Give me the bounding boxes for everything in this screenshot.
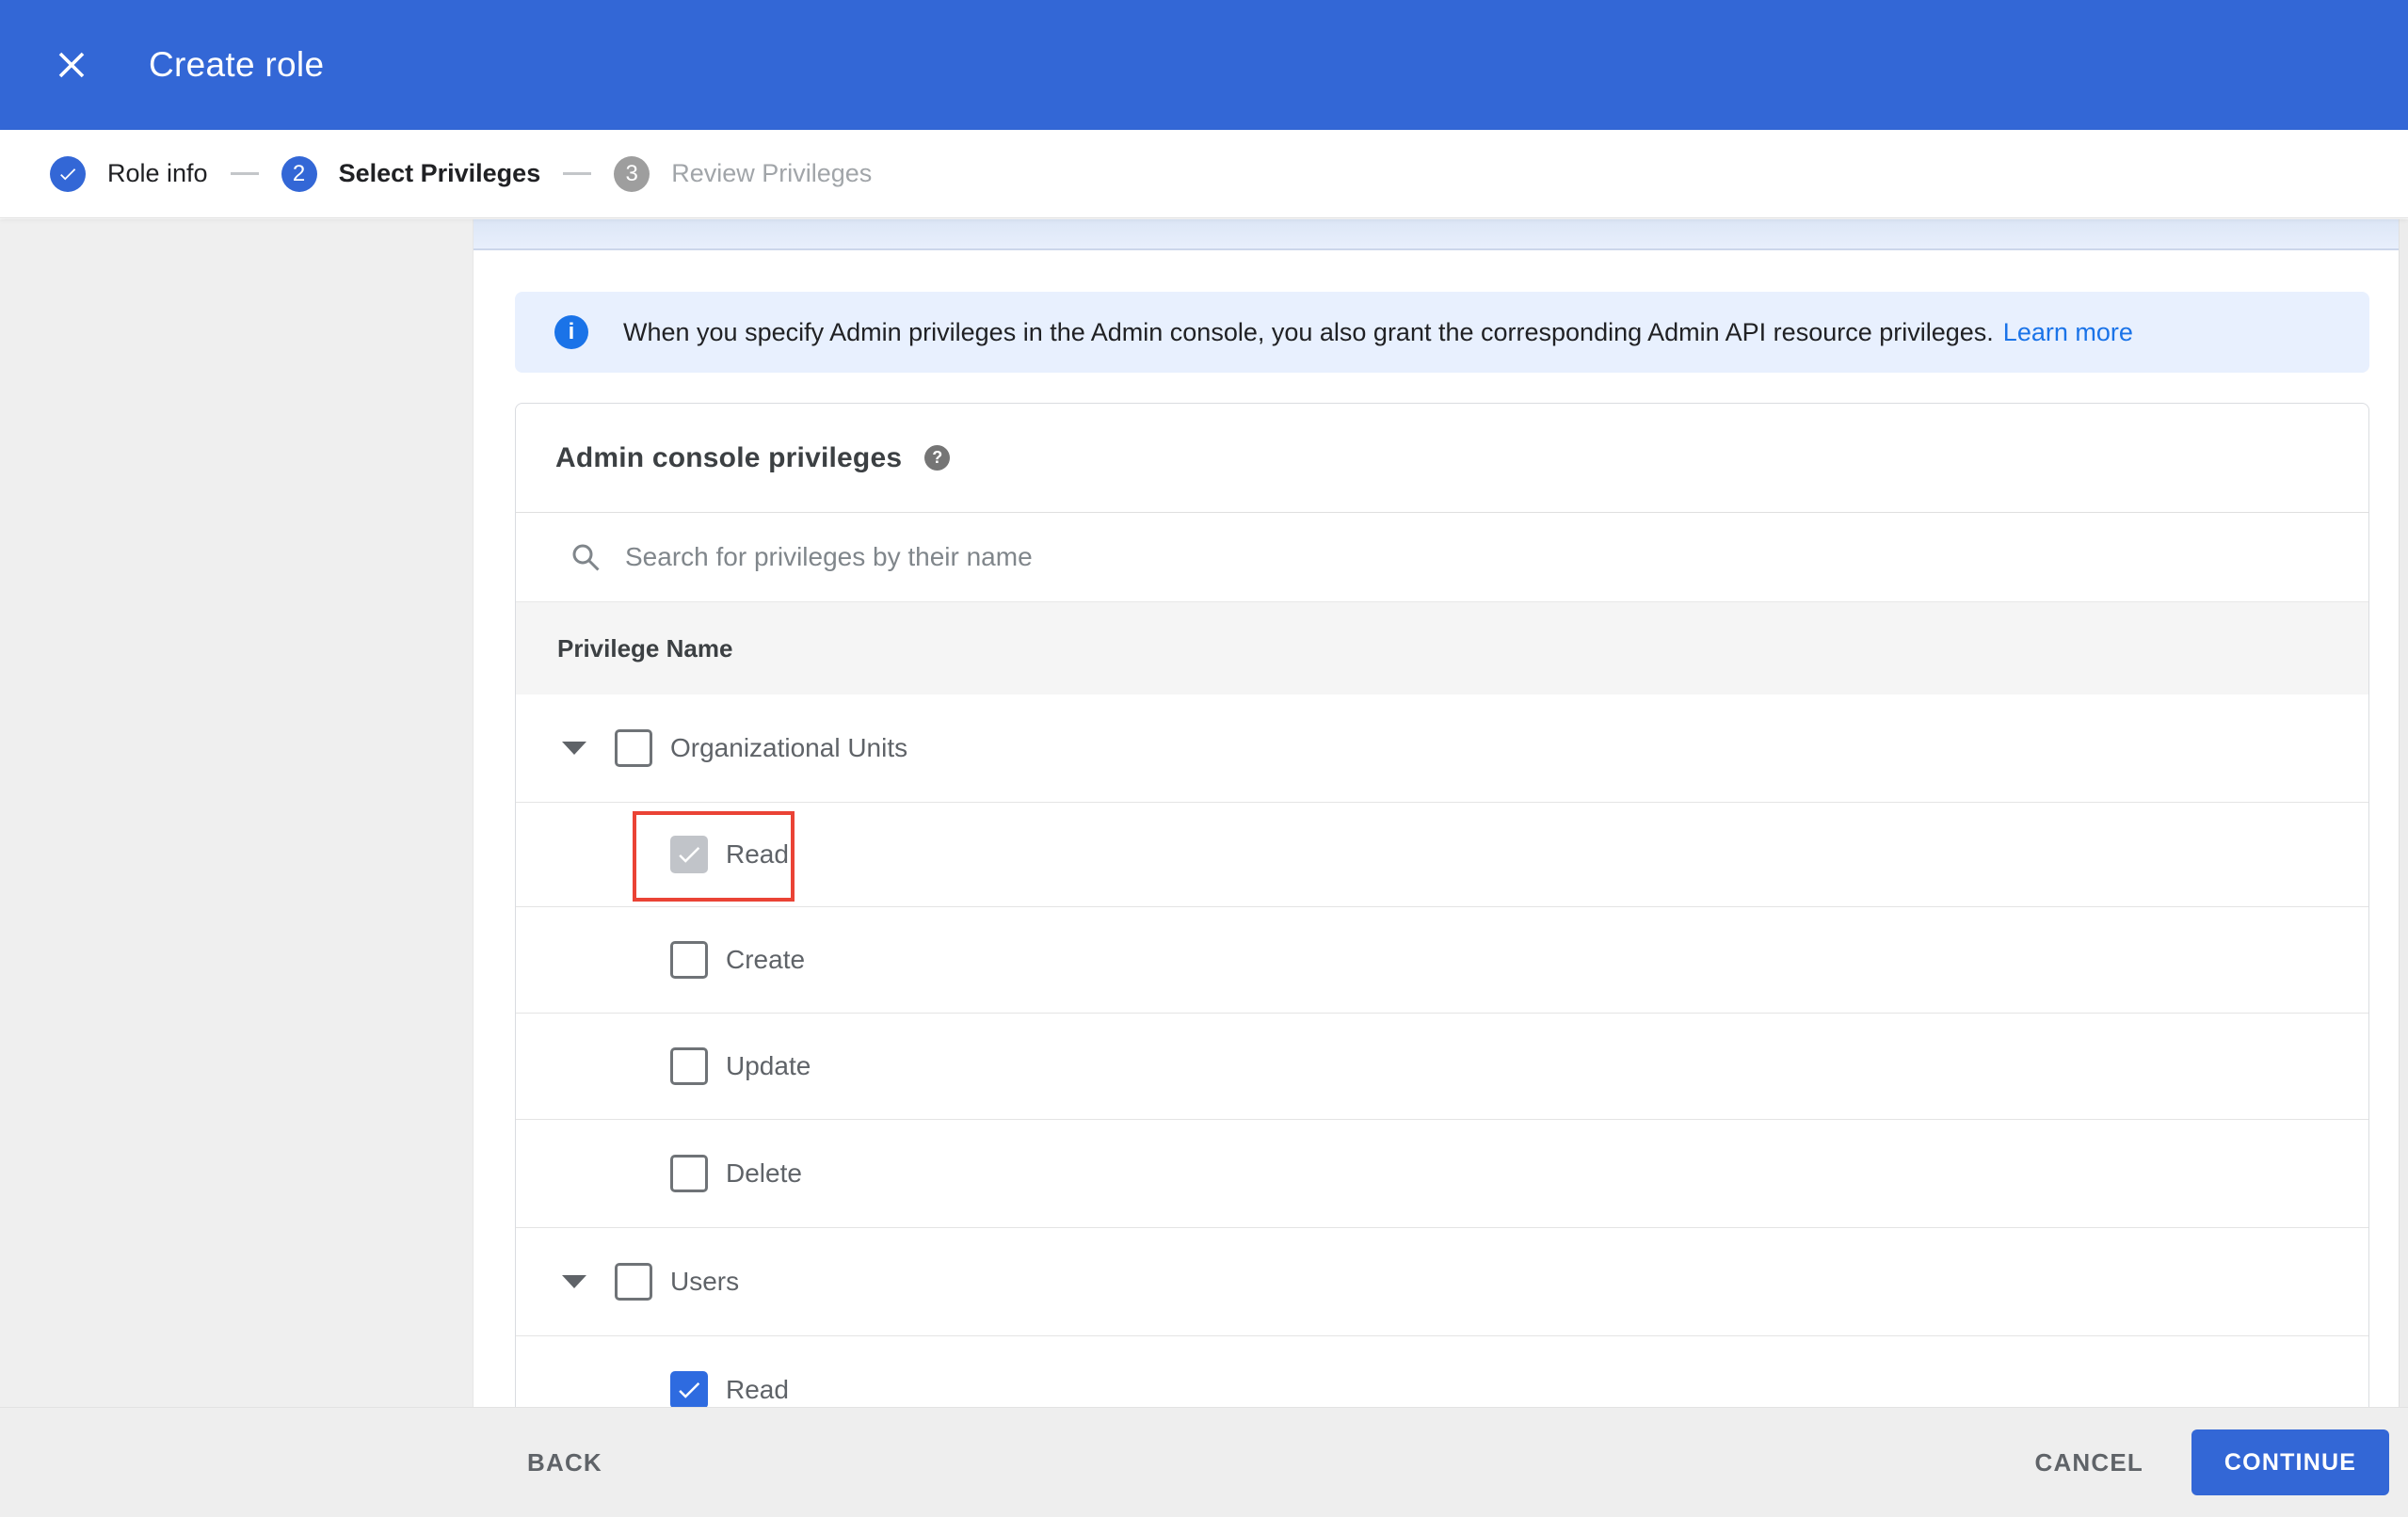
- privilege-label: Organizational Units: [670, 733, 908, 762]
- card-heading-row: Admin console privileges ?: [516, 404, 2368, 513]
- step-role-info[interactable]: Role info: [50, 155, 208, 192]
- step-label: Review Privileges: [671, 159, 873, 187]
- cancel-button[interactable]: CANCEL: [2034, 1448, 2143, 1477]
- info-banner: i When you specify Admin privileges in t…: [515, 292, 2369, 373]
- privilege-row-organizational-units: Organizational Units: [516, 695, 2368, 803]
- privilege-row-delete: Delete: [516, 1120, 2368, 1228]
- caret-down-icon[interactable]: [562, 1275, 586, 1288]
- scrollbar[interactable]: [2399, 219, 2408, 1407]
- column-header-row: Privilege Name: [516, 601, 2368, 695]
- close-icon[interactable]: [43, 37, 100, 93]
- scrolled-element-edge: [474, 219, 2400, 250]
- privilege-label: Update: [726, 1051, 811, 1080]
- step-completed-check-icon: [50, 155, 86, 192]
- learn-more-link[interactable]: Learn more: [2003, 318, 2133, 347]
- step-number-badge: 2: [281, 155, 317, 192]
- footer-bar: BACK CANCEL CONTINUE: [0, 1407, 2408, 1517]
- stepper: Role info 2 Select Privileges 3 Review P…: [0, 130, 2408, 218]
- caret-down-icon[interactable]: [562, 742, 586, 755]
- privilege-label: Create: [726, 945, 806, 974]
- privilege-row-read-ou: Read: [516, 803, 2368, 907]
- step-number-badge: 3: [614, 155, 650, 192]
- privilege-label: Users: [670, 1267, 740, 1296]
- privilege-label: Delete: [726, 1158, 802, 1188]
- step-review-privileges[interactable]: 3 Review Privileges: [614, 155, 873, 192]
- dialog-header: Create role: [0, 0, 2408, 130]
- search-icon: [572, 544, 600, 571]
- checkbox-create[interactable]: [670, 941, 708, 979]
- checkbox-organizational-units[interactable]: [615, 729, 652, 767]
- help-icon[interactable]: ?: [924, 445, 951, 471]
- step-label: Role info: [107, 159, 208, 187]
- privilege-label: Read: [726, 1374, 789, 1404]
- content-area: i When you specify Admin privileges in t…: [473, 219, 2400, 1407]
- search-row: [516, 513, 2368, 601]
- privilege-row-read-users: Read: [516, 1336, 2368, 1407]
- checkbox-update[interactable]: [670, 1047, 708, 1085]
- privilege-row-update: Update: [516, 1014, 2368, 1120]
- checkbox-read-ou[interactable]: [670, 836, 708, 873]
- checkbox-delete[interactable]: [670, 1155, 708, 1192]
- left-panel: [0, 219, 473, 1407]
- dialog-title: Create role: [149, 45, 325, 84]
- continue-button[interactable]: CONTINUE: [2191, 1429, 2389, 1495]
- privilege-row-users: Users: [516, 1228, 2368, 1336]
- column-header-label: Privilege Name: [557, 633, 733, 663]
- checkbox-read-users[interactable]: [670, 1370, 708, 1407]
- search-input[interactable]: [625, 542, 2037, 572]
- banner-text: When you specify Admin privileges in the…: [623, 317, 1994, 346]
- card-title: Admin console privileges: [555, 441, 903, 473]
- step-select-privileges[interactable]: 2 Select Privileges: [281, 155, 541, 192]
- privileges-card: Admin console privileges ? Privilege Nam…: [515, 403, 2369, 1407]
- info-icon: i: [554, 315, 588, 349]
- back-button[interactable]: BACK: [527, 1448, 602, 1477]
- checkbox-users[interactable]: [615, 1263, 652, 1301]
- privilege-label: Read: [726, 839, 789, 869]
- step-connector: [230, 172, 259, 175]
- step-connector: [563, 172, 592, 175]
- privilege-row-create: Create: [516, 907, 2368, 1014]
- step-label: Select Privileges: [338, 159, 541, 187]
